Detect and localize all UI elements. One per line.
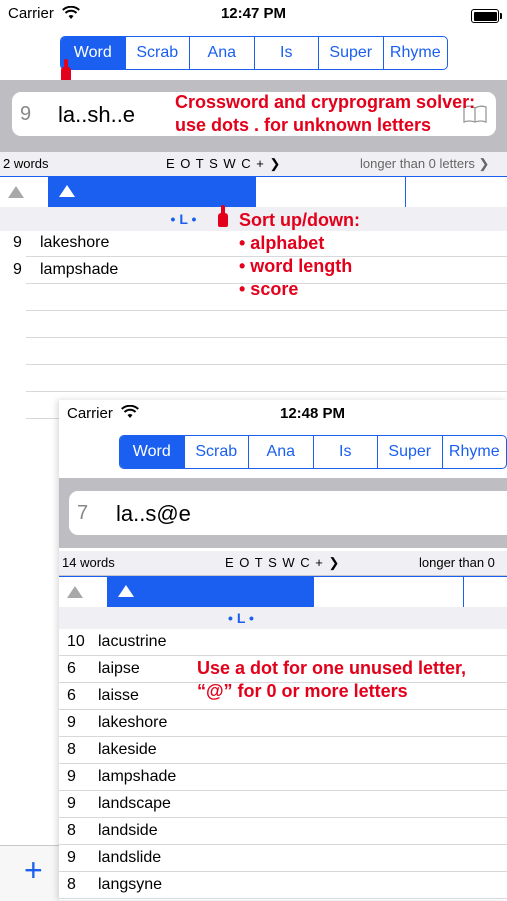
- pointer-hand-icon: [61, 59, 71, 81]
- sort-length-button[interactable]: [313, 577, 464, 607]
- list-item[interactable]: 8 langsyne: [59, 871, 507, 899]
- battery-icon: [471, 9, 502, 23]
- results-info-bar: 2 words E O T S W C + ❯ longer than 0 le…: [0, 152, 507, 177]
- word-length: 8: [67, 876, 76, 893]
- list-item[interactable]: 8 landside: [59, 817, 507, 845]
- list-item[interactable]: 9 lakeshore: [59, 709, 507, 737]
- tab-ana[interactable]: Ana: [248, 436, 313, 468]
- sort-up-icon[interactable]: [8, 186, 24, 198]
- mode-segmented-control: Word Scrab Ana Is Super Rhyme: [119, 435, 507, 469]
- status-bar: Carrier 12:47 PM: [0, 0, 507, 28]
- inset-screenshot: Carrier 12:48 PM Word Scrab Ana Is Super…: [59, 400, 507, 900]
- carrier-label: Carrier: [67, 405, 113, 422]
- tab-is[interactable]: Is: [312, 436, 378, 468]
- length-filter[interactable]: longer than 0 letters ❯: [360, 156, 489, 172]
- empty-row: [26, 337, 507, 365]
- bottom-toolbar: +: [0, 845, 60, 901]
- sort-direction-icon: [59, 185, 75, 197]
- wifi-icon: [121, 405, 139, 418]
- list-item[interactable]: 9 landscape: [59, 790, 507, 818]
- word-text: laipse: [98, 660, 140, 677]
- results-info-bar: 14 words E O T S W C + ❯ longer than 0: [59, 551, 507, 576]
- list-item[interactable]: 9 lampshade: [13, 256, 507, 284]
- tab-word[interactable]: Word: [61, 37, 125, 69]
- word-text: lakeside: [98, 741, 157, 758]
- empty-row: [26, 310, 507, 338]
- annotation-dot: Use a dot for one unused letter, “@” for…: [197, 658, 467, 701]
- word-count: 2 words: [3, 156, 49, 171]
- pattern-length: 9: [20, 103, 32, 125]
- letter-filter[interactable]: E O T S W C + ❯: [166, 156, 281, 172]
- status-time: 12:48 PM: [280, 405, 346, 422]
- add-button[interactable]: +: [24, 852, 43, 889]
- word-length: 9: [67, 714, 76, 731]
- letter-filter[interactable]: E O T S W C + ❯: [225, 555, 340, 571]
- word-length: 8: [67, 822, 76, 839]
- sort-length-button[interactable]: [255, 177, 406, 207]
- word-length: 6: [67, 687, 76, 704]
- search-query: la..sh..e: [58, 102, 136, 127]
- sort-alphabet-button[interactable]: [107, 577, 314, 607]
- sort-bar: [0, 176, 507, 208]
- pattern-length: 7: [77, 502, 89, 524]
- word-length: 9: [67, 795, 76, 812]
- tab-super[interactable]: Super: [318, 37, 383, 69]
- search-query: la..s@e: [116, 501, 191, 526]
- tab-word[interactable]: Word: [120, 436, 184, 468]
- word-text: lampshade: [98, 768, 177, 785]
- section-header: • L •: [59, 607, 507, 629]
- empty-row: [26, 364, 507, 392]
- sort-score-button[interactable]: [405, 177, 507, 207]
- word-length: 9: [67, 768, 76, 785]
- word-text: laisse: [98, 687, 139, 704]
- search-input[interactable]: 7 la..s@e: [69, 491, 507, 535]
- word-text: landside: [98, 822, 158, 839]
- tab-rhyme[interactable]: Rhyme: [382, 37, 448, 69]
- sort-alphabet-button[interactable]: [48, 177, 256, 207]
- word-text: landslide: [98, 849, 162, 866]
- tab-scrab[interactable]: Scrab: [124, 37, 190, 69]
- sort-bar: [59, 576, 507, 608]
- tab-is[interactable]: Is: [253, 37, 319, 69]
- sort-direction-icon: [118, 585, 134, 597]
- word-count: 14 words: [62, 555, 115, 570]
- tab-ana[interactable]: Ana: [189, 37, 254, 69]
- length-filter[interactable]: longer than 0: [419, 555, 495, 570]
- pointer-hand-icon: [218, 205, 228, 227]
- list-item[interactable]: 10 lacustrine: [59, 628, 507, 656]
- list-item[interactable]: 8 lakeside: [59, 736, 507, 764]
- word-length: 9: [67, 849, 76, 866]
- word-length: 10: [67, 633, 85, 650]
- tab-super[interactable]: Super: [377, 436, 442, 468]
- list-item[interactable]: 9 lakeshore: [13, 229, 507, 257]
- tab-rhyme[interactable]: Rhyme: [441, 436, 507, 468]
- mode-segmented-control: Word Scrab Ana Is Super Rhyme: [60, 36, 448, 70]
- word-text: lacustrine: [98, 633, 167, 650]
- sort-score-button[interactable]: [463, 577, 507, 607]
- list-item[interactable]: 9 lampshade: [59, 763, 507, 791]
- tab-scrab[interactable]: Scrab: [183, 436, 249, 468]
- empty-row: [26, 283, 507, 311]
- word-length: 6: [67, 660, 76, 677]
- list-item[interactable]: 9 landslide: [59, 844, 507, 872]
- annotation-search: Crossword and cryprogram solver: use dot…: [175, 92, 476, 135]
- sort-up-icon[interactable]: [67, 586, 83, 598]
- search-band: 7 la..s@e: [59, 478, 507, 548]
- word-text: lakeshore: [98, 714, 168, 731]
- word-text: landscape: [98, 795, 171, 812]
- word-text: langsyne: [98, 876, 163, 893]
- word-length: 8: [67, 741, 76, 758]
- status-time: 12:47 PM: [220, 5, 287, 22]
